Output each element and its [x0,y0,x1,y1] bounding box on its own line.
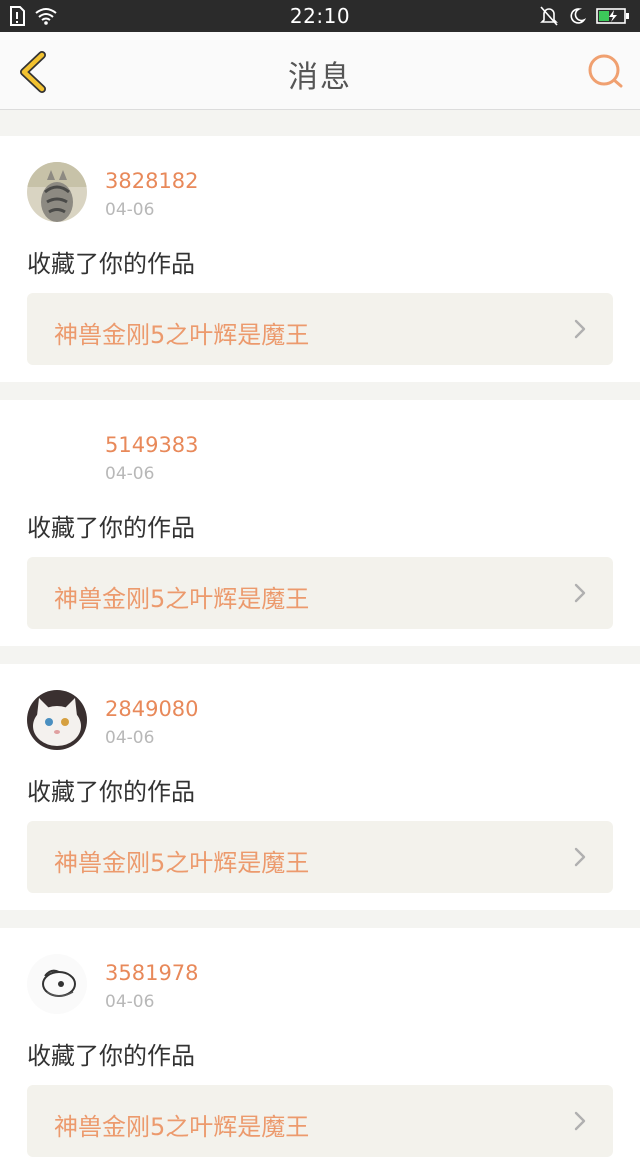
message-card: 5149383 04-06 收藏了你的作品 神兽金刚5之叶辉是魔王 [0,400,640,646]
avatar[interactable] [27,954,87,1014]
search-icon[interactable] [586,52,624,90]
username[interactable]: 3828182 [105,169,199,193]
status-bar: 22:10 [0,0,640,32]
action-text: 收藏了你的作品 [27,514,195,542]
status-right-icons [540,6,630,26]
message-list: 3828182 04-06 收藏了你的作品 神兽金刚5之叶辉是魔王 514938… [0,118,640,1174]
top-nav-bar: 消息 [0,32,640,110]
action-text: 收藏了你的作品 [27,1042,195,1070]
mute-bell-icon [540,6,558,26]
message-date: 04-06 [105,992,155,1012]
page-title: 消息 [288,60,352,95]
work-link[interactable]: 神兽金刚5之叶辉是魔王 [27,293,613,365]
sketch-avatar [27,954,87,1014]
work-link[interactable]: 神兽金刚5之叶辉是魔王 [27,821,613,893]
avatar[interactable] [27,426,87,486]
work-link[interactable]: 神兽金刚5之叶辉是魔王 [27,557,613,629]
moon-icon [570,8,586,24]
kitten-photo-avatar [27,690,87,750]
message-card: 3828182 04-06 收藏了你的作品 神兽金刚5之叶辉是魔王 [0,136,640,382]
work-title: 神兽金刚5之叶辉是魔王 [54,585,310,613]
username[interactable]: 3581978 [105,961,199,985]
work-title: 神兽金刚5之叶辉是魔王 [54,321,310,349]
message-card: 2849080 04-06 收藏了你的作品 神兽金刚5之叶辉是魔王 [0,664,640,910]
chevron-right-icon [574,319,586,339]
work-title: 神兽金刚5之叶辉是魔王 [54,1113,310,1141]
chevron-right-icon [574,847,586,867]
avatar[interactable] [27,690,87,750]
avatar[interactable] [27,162,87,222]
chevron-right-icon [574,583,586,603]
message-date: 04-06 [105,464,155,484]
battery-icon [596,8,629,24]
message-date: 04-06 [105,728,155,748]
username[interactable]: 5149383 [105,433,199,457]
cat-photo-avatar [27,162,87,222]
message-card: 3581978 04-06 收藏了你的作品 神兽金刚5之叶辉是魔王 [0,928,640,1174]
message-date: 04-06 [105,200,155,220]
username[interactable]: 2849080 [105,697,199,721]
chevron-right-icon [574,1111,586,1131]
work-title: 神兽金刚5之叶辉是魔王 [54,849,310,877]
work-link[interactable]: 神兽金刚5之叶辉是魔王 [27,1085,613,1157]
action-text: 收藏了你的作品 [27,250,195,278]
action-text: 收藏了你的作品 [27,778,195,806]
